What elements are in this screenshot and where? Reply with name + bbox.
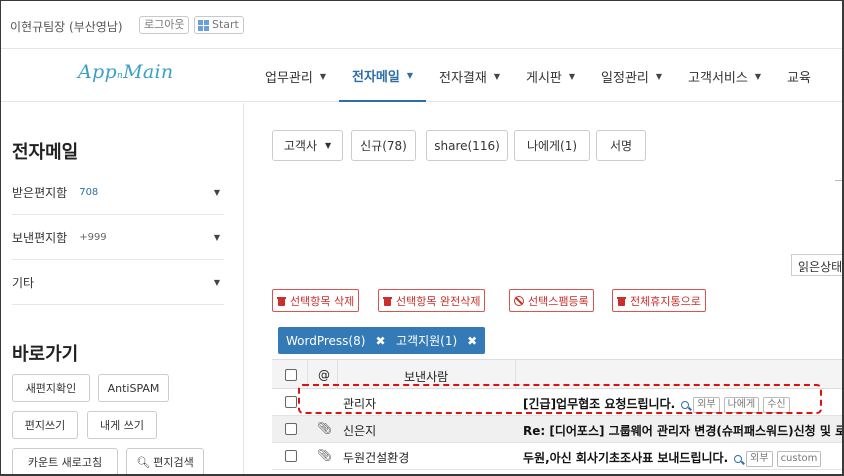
row-sender: 관리자 (343, 397, 377, 411)
caret-down-icon: ▼ (213, 188, 220, 197)
sidebar-item-other[interactable]: 기타 ▼ (12, 261, 224, 305)
sidebar-item-inbox[interactable]: 받은편지함 708 ▼ (12, 171, 224, 215)
check-new-mail-button[interactable]: 새편지확인 (12, 374, 90, 402)
received-badge: 수신 (763, 396, 790, 413)
menu-work[interactable]: 업무관리 ▼ (252, 50, 339, 102)
app-logo[interactable]: AppnMain (78, 61, 173, 83)
menu-schedule[interactable]: 일정관리 ▼ (588, 50, 675, 102)
trash-icon (277, 296, 286, 306)
table-row[interactable]: 📎︎ 두원건설환경 두원,아신 회사기초조사표 보내드립니다. 외부 custom (272, 443, 842, 470)
main-navigation: AppnMain 업무관리 ▼ 전자메일 ▼ 전자결재 ▼ 게시판 ▼ 일정관리 ▼ 고객… (1, 50, 842, 102)
top-menu: 업무관리 ▼ 전자메일 ▼ 전자결재 ▼ 게시판 ▼ 일정관리 ▼ 고객서비스 ▼ 교육 (252, 50, 824, 102)
mark-spam-button[interactable]: 선택스팸등록 (509, 289, 594, 312)
row-checkbox[interactable] (285, 450, 297, 462)
caret-down-icon: ▼ (406, 70, 413, 80)
caret-down-icon: ▼ (213, 278, 220, 287)
attachment-icon: 📎︎ (317, 421, 333, 435)
app-window: 이현규팀장 (부산영남) 로그아웃 Start AppnMain 업무관리 ▼ 전… (0, 0, 844, 476)
divider (835, 180, 842, 181)
preview-search-icon[interactable] (681, 401, 690, 409)
shortcut-title: 바로가기 (12, 344, 79, 365)
filter-signature-button[interactable]: 서명 (596, 130, 646, 161)
row-sender: 두원건설환경 (343, 451, 410, 465)
row-subject[interactable]: 두원,아신 회사기초조사표 보내드립니다. 외부 custom (523, 449, 822, 467)
sent-count: +999 (79, 232, 107, 243)
mail-table-header: @ 보낸사람 (272, 359, 842, 389)
close-icon[interactable]: ✖ (467, 334, 477, 348)
column-divider (515, 360, 516, 388)
sender-column-header[interactable]: 보낸사람 (404, 368, 448, 385)
move-to-trash-button[interactable]: 전체휴지통으로 (612, 289, 706, 312)
select-all-checkbox[interactable] (285, 369, 297, 381)
caret-down-icon: ▼ (568, 71, 576, 81)
sidebar-item-label: 보낸편지함 (12, 231, 68, 245)
top-bar: 이현규팀장 (부산영남) 로그아웃 Start (1, 1, 842, 49)
windows-icon (198, 19, 209, 31)
to-me-badge: 나에게 (723, 396, 760, 413)
trash-icon (383, 296, 392, 306)
caret-down-icon: ▼ (754, 71, 762, 81)
caret-down-icon: ▼ (213, 233, 220, 242)
filter-to-me-button[interactable]: 나에게(1) (514, 130, 590, 161)
close-icon[interactable]: ✖ (375, 334, 385, 348)
caret-down-icon: ▼ (493, 71, 500, 81)
refresh-count-button[interactable]: 카운트 새로고침 (12, 448, 118, 474)
read-status-select[interactable]: 읽은상태 (791, 254, 842, 276)
table-row[interactable]: 📎︎ 신은지 Re: [디어포스] 그룹웨어 관리자 변경(슈퍼패스워드)신청 … (272, 416, 842, 443)
logout-button[interactable]: 로그아웃 (139, 16, 190, 34)
menu-approval[interactable]: 전자결재 ▼ (426, 50, 513, 102)
filter-share-button[interactable]: share(116) (426, 130, 508, 161)
start-button[interactable]: Start (194, 16, 244, 34)
sidebar-title: 전자메일 (12, 142, 79, 163)
row-sender: 신은지 (343, 424, 377, 438)
tag-customer-support[interactable]: 고객지원(1) ✖ (388, 327, 486, 354)
antispam-button[interactable]: AntiSPAM (98, 374, 169, 402)
attachment-column-header: @ (318, 368, 330, 382)
row-subject[interactable]: [긴급]업무협조 요청드립니다. 외부 나에게 수신 (523, 395, 790, 413)
filter-new-button[interactable]: 신규(78) (351, 130, 416, 161)
menu-email[interactable]: 전자메일 ▼ (339, 50, 426, 102)
customer-filter-dropdown[interactable]: 고객사 ▼ (272, 130, 343, 161)
column-divider (337, 360, 338, 388)
column-divider (307, 360, 308, 388)
caret-down-icon: ▼ (324, 141, 332, 150)
user-name: 이현규팀장 (부산영남) (10, 20, 123, 34)
search-mail-button[interactable]: 🔍︎ 편지검색 (126, 448, 204, 474)
preview-search-icon[interactable] (734, 455, 743, 463)
menu-customer-service[interactable]: 고객서비스 ▼ (675, 50, 774, 102)
trash-icon (617, 296, 626, 306)
compose-button[interactable]: 편지쓰기 (12, 411, 78, 439)
menu-education[interactable]: 교육 (774, 50, 824, 102)
table-row[interactable]: 관리자 [긴급]업무협조 요청드립니다. 외부 나에게 수신 (272, 389, 842, 416)
write-to-self-button[interactable]: 내게 쓰기 (87, 411, 157, 439)
sidebar-item-label: 기타 (12, 276, 35, 290)
row-subject[interactable]: Re: [디어포스] 그룹웨어 관리자 변경(슈퍼패스워드)신청 및 로 (523, 422, 842, 439)
caret-down-icon: ▼ (319, 71, 326, 81)
sidebar: 전자메일 받은편지함 708 ▼ 보낸편지함 +999 ▼ 기타 ▼ 바로가기 … (1, 103, 244, 474)
delete-permanent-button[interactable]: 선택항목 완전삭제 (378, 289, 486, 312)
custom-badge: custom (776, 450, 822, 467)
attachment-icon: 📎︎ (317, 448, 333, 462)
caret-down-icon: ▼ (655, 71, 663, 81)
inbox-count: 708 (79, 187, 99, 198)
row-checkbox[interactable] (285, 423, 297, 435)
delete-selected-button[interactable]: 선택항목 삭제 (272, 289, 360, 312)
external-badge: 외부 (746, 450, 773, 467)
start-label: Start (212, 18, 239, 31)
external-badge: 외부 (693, 396, 720, 413)
sidebar-item-label: 받은편지함 (12, 186, 68, 200)
tag-wordpress[interactable]: WordPress(8) ✖ (278, 327, 394, 354)
mail-list-panel: 고객사 ▼ 신규(78) share(116) 나에게(1) 서명 읽은상태 선택… (245, 103, 842, 474)
ban-icon (514, 295, 524, 306)
search-icon: 🔍︎ (136, 455, 151, 469)
menu-board[interactable]: 게시판 ▼ (513, 50, 588, 102)
sidebar-item-sent[interactable]: 보낸편지함 +999 ▼ (12, 216, 224, 260)
row-checkbox[interactable] (285, 396, 297, 408)
